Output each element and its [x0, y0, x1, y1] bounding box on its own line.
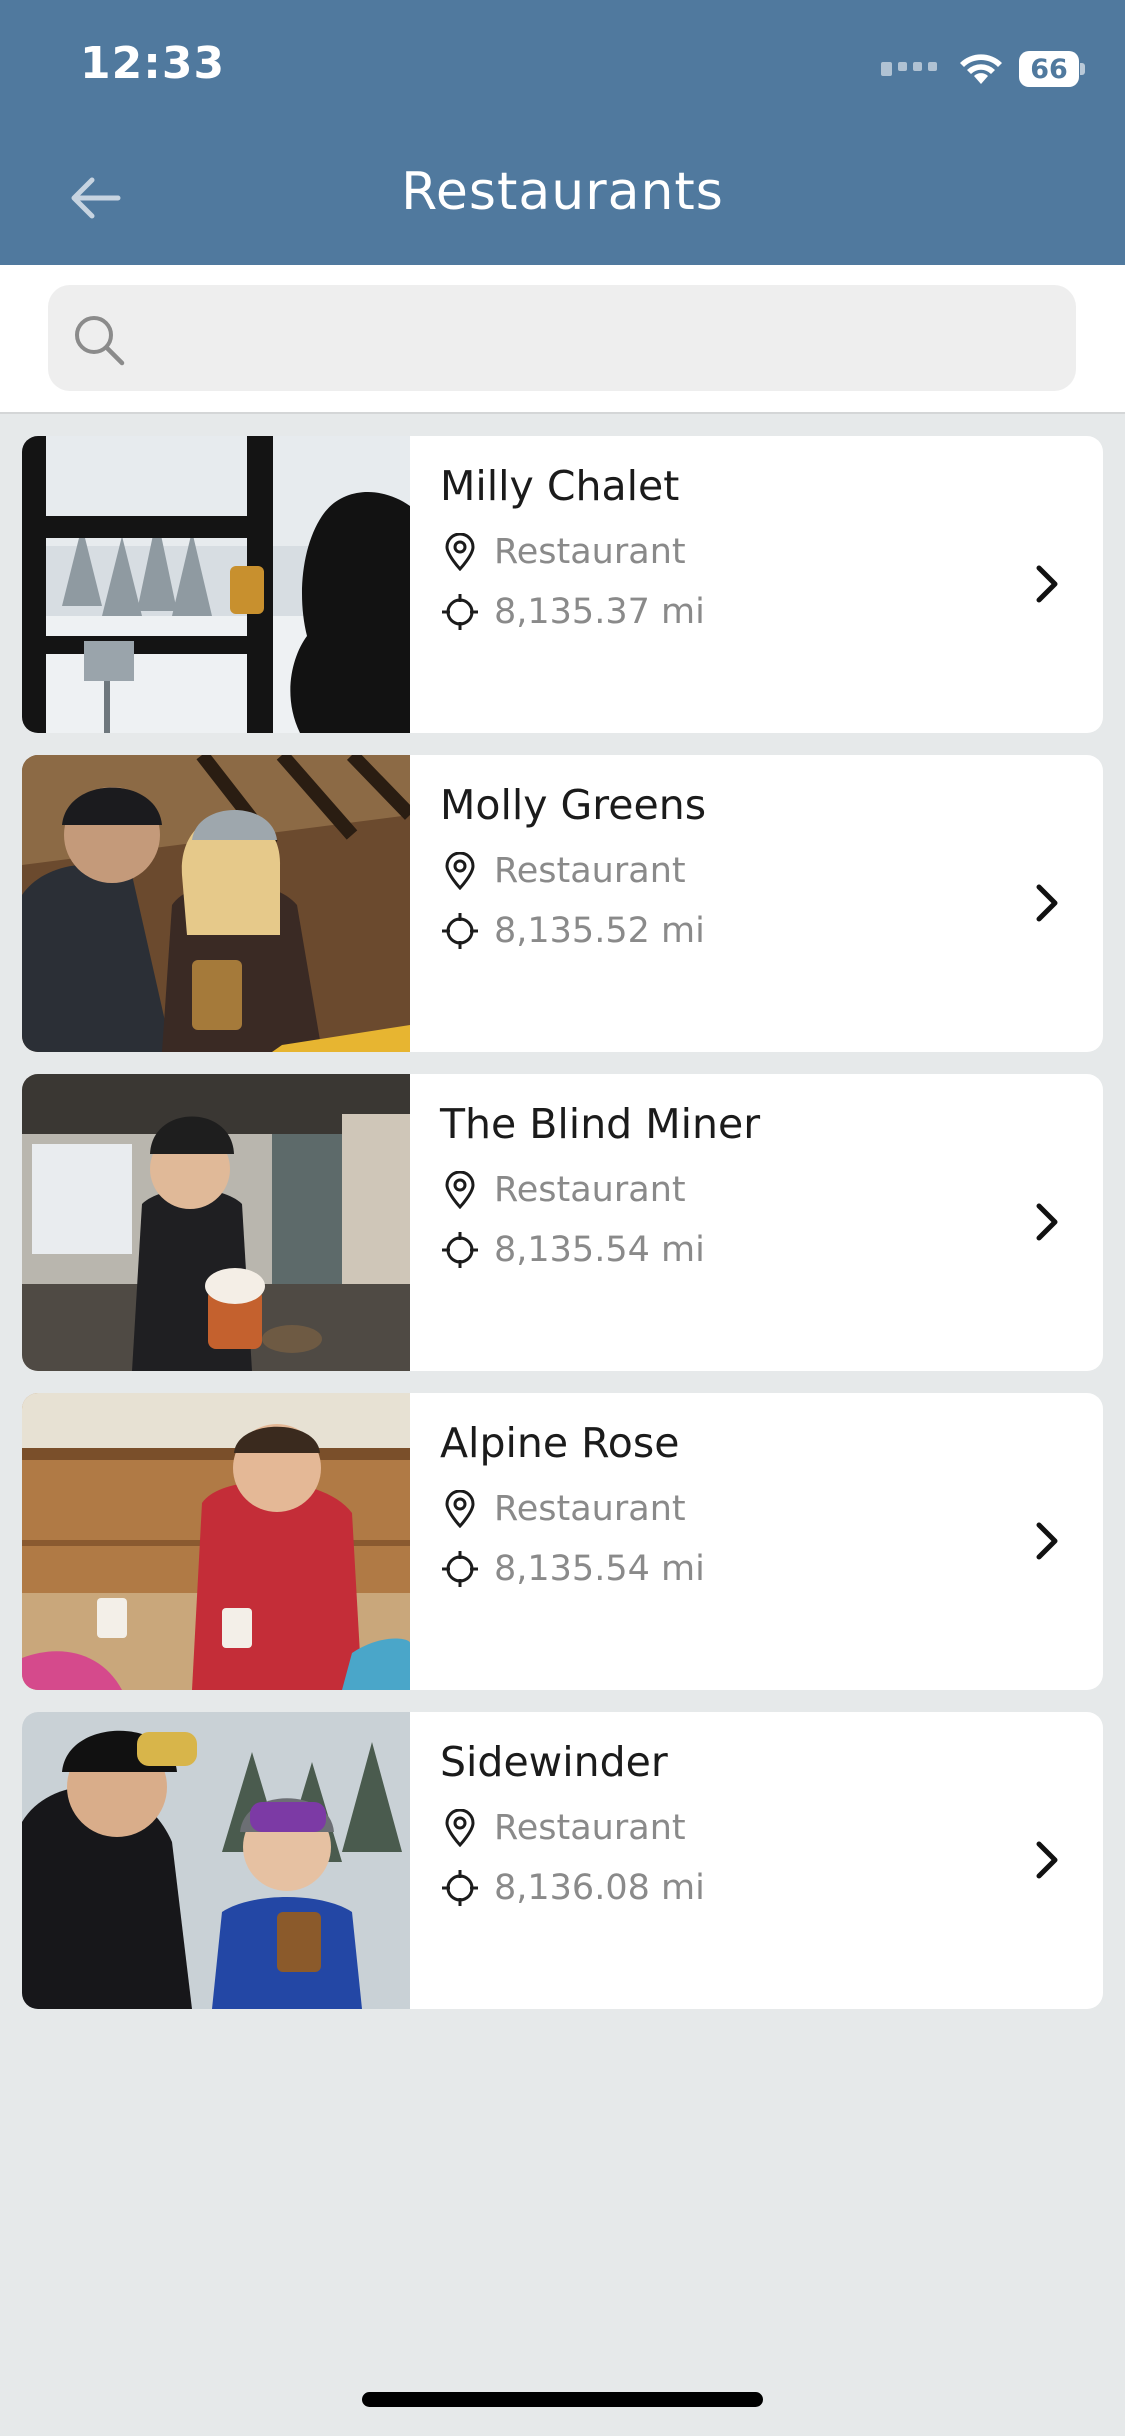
restaurant-type: Restaurant	[494, 1489, 686, 1529]
chevron-right-icon	[1017, 1192, 1077, 1252]
restaurant-photo	[22, 1074, 410, 1371]
restaurant-name: Molly Greens	[440, 781, 707, 829]
restaurant-distance: 8,136.08 mi	[494, 1868, 705, 1908]
location-pin-icon	[440, 532, 480, 572]
restaurant-name: Milly Chalet	[440, 462, 680, 510]
restaurant-list: Milly Chalet Restaurant 8,135.37 mi Moll…	[22, 436, 1103, 2031]
restaurant-distance-row: 8,135.54 mi	[440, 1549, 705, 1589]
battery-icon: 66	[1019, 51, 1085, 87]
location-pin-icon	[440, 1808, 480, 1848]
restaurant-distance: 8,135.54 mi	[494, 1549, 705, 1589]
chevron-right-icon	[1017, 1830, 1077, 1890]
restaurant-type: Restaurant	[494, 1808, 686, 1848]
search-input[interactable]	[148, 285, 1052, 393]
status-icons: 66	[881, 44, 1085, 94]
location-pin-icon	[440, 1489, 480, 1529]
restaurant-type-row: Restaurant	[440, 1808, 686, 1848]
signal-icon	[881, 62, 937, 76]
crosshair-icon	[440, 1230, 480, 1270]
restaurant-photo	[22, 436, 410, 733]
restaurant-name: Alpine Rose	[440, 1419, 680, 1467]
home-indicator[interactable]	[362, 2392, 763, 2407]
crosshair-icon	[440, 592, 480, 632]
search-icon	[75, 316, 125, 366]
restaurant-card-milly-chalet[interactable]: Milly Chalet Restaurant 8,135.37 mi	[22, 436, 1103, 733]
restaurant-distance: 8,135.37 mi	[494, 592, 705, 632]
restaurant-photo	[22, 1712, 410, 2009]
restaurant-photo	[22, 1393, 410, 1690]
restaurant-distance: 8,135.54 mi	[494, 1230, 705, 1270]
restaurant-name: Sidewinder	[440, 1738, 668, 1786]
restaurant-type-row: Restaurant	[440, 1170, 686, 1210]
location-pin-icon	[440, 851, 480, 891]
restaurant-type-row: Restaurant	[440, 1489, 686, 1529]
restaurant-type: Restaurant	[494, 532, 686, 572]
chevron-right-icon	[1017, 554, 1077, 614]
crosshair-icon	[440, 911, 480, 951]
restaurant-card-alpine-rose[interactable]: Alpine Rose Restaurant 8,135.54 mi	[22, 1393, 1103, 1690]
restaurant-card-the-blind-miner[interactable]: The Blind Miner Restaurant 8,135.54 mi	[22, 1074, 1103, 1371]
location-pin-icon	[440, 1170, 480, 1210]
restaurant-distance-row: 8,135.52 mi	[440, 911, 705, 951]
restaurant-type-row: Restaurant	[440, 532, 686, 572]
restaurant-distance-row: 8,135.54 mi	[440, 1230, 705, 1270]
crosshair-icon	[440, 1868, 480, 1908]
restaurant-type: Restaurant	[494, 851, 686, 891]
restaurant-type-row: Restaurant	[440, 851, 686, 891]
search-field[interactable]	[48, 285, 1076, 393]
restaurant-type: Restaurant	[494, 1170, 686, 1210]
chevron-right-icon	[1017, 873, 1077, 933]
restaurant-distance-row: 8,135.37 mi	[440, 592, 705, 632]
restaurant-photo	[22, 755, 410, 1052]
search-bar	[0, 265, 1125, 414]
wifi-icon	[960, 54, 1002, 84]
page-title: Restaurants	[401, 162, 724, 222]
restaurant-name: The Blind Miner	[440, 1100, 761, 1148]
restaurant-card-molly-greens[interactable]: Molly Greens Restaurant 8,135.52 mi	[22, 755, 1103, 1052]
app-header: 12:33 66 Restaurants	[0, 0, 1125, 265]
battery-level: 66	[1019, 51, 1079, 87]
chevron-right-icon	[1017, 1511, 1077, 1571]
restaurant-distance: 8,135.52 mi	[494, 911, 705, 951]
restaurant-distance-row: 8,136.08 mi	[440, 1868, 705, 1908]
status-time: 12:33	[80, 38, 226, 89]
restaurant-card-sidewinder[interactable]: Sidewinder Restaurant 8,136.08 mi	[22, 1712, 1103, 2009]
crosshair-icon	[440, 1549, 480, 1589]
